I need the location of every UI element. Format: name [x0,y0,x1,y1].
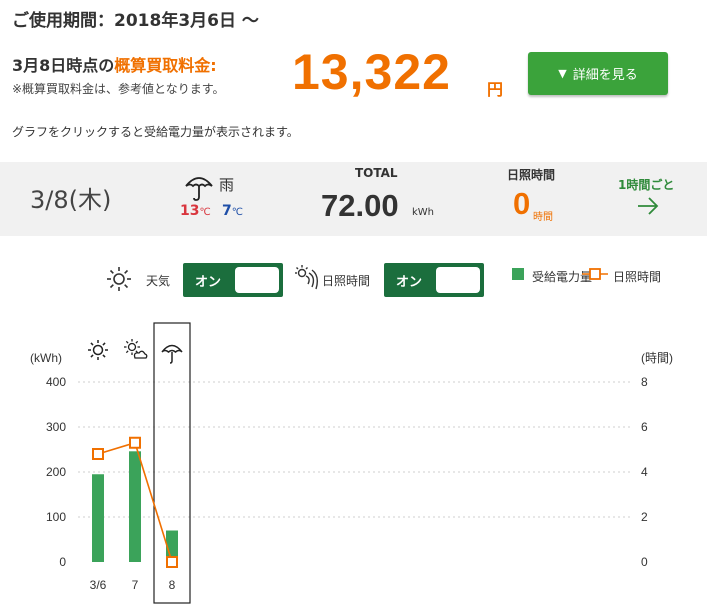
selected-date: 3/8(木) [30,186,112,214]
y-axis-label-right: (時間) [641,351,673,365]
legend-sunshine-label: 日照時間 [613,270,662,284]
triangle-down-icon: ▼ [558,67,567,80]
y-tick-label-right: 0 [641,555,648,569]
day-summary-bar: 3/8(木) 雨 13℃ 7℃ TOTAL 72.00 kWh 日照時間 0 時… [0,162,707,236]
sun-cloud-icon [124,339,148,359]
power-bar [92,474,104,562]
power-chart[interactable]: (kWh) (時間) 0 100 200 300 400 0 2 4 6 8 3/6 7 8 [0,320,707,613]
detail-button-label: 詳細を見る [572,68,638,83]
y-tick-label-right: 4 [641,465,648,479]
y-axis-label-left: (kWh) [30,351,62,365]
sunshine-icon [295,265,319,290]
weather-label: 雨 [219,176,235,194]
y-tick-label-right: 6 [641,420,648,434]
temp-high-value: 13 [180,203,200,219]
sunshine-unit: 時間 [533,212,553,223]
chart-hint: グラフをクリックすると受給電力量が表示されます。 [12,125,299,139]
sunshine-point [92,448,104,460]
y-tick-label-left: 300 [46,420,66,434]
power-bar [129,451,141,562]
arrow-right-icon[interactable] [636,194,660,218]
hourly-link[interactable]: 1時間ごと [618,176,674,193]
y-tick-label-left: 200 [46,465,66,479]
sun-icon [107,267,131,291]
toggle-knob [436,267,480,293]
y-tick-label-left: 400 [46,375,66,389]
total-value: 72.00 [321,188,399,223]
sunshine-toggle-label: 日照時間 [322,274,371,288]
legend-sunshine-marker [582,268,608,280]
weather-toggle-label: 天気 [146,274,171,288]
x-tick-label: 7 [132,578,139,592]
fee-unit: 円 [487,80,504,99]
x-tick-label: 3/6 [90,578,107,592]
fee-value: 13,322 [292,44,451,100]
x-tick-label: 8 [169,578,176,592]
sun-icon [88,340,108,360]
weather-toggle-state: オン [195,275,222,290]
fee-note: ※概算買取料金は、参考値となります。 [12,82,225,96]
total-label: TOTAL [355,166,398,180]
sunshine-point [166,556,178,568]
temp-unit: ℃ [199,207,211,218]
fee-label: 3月8日時点の概算買取料金: [12,52,217,76]
detail-button[interactable]: ▼ 詳細を見る [528,52,668,95]
temp-unit: ℃ [231,207,243,218]
y-tick-label-left: 0 [59,555,66,569]
sunshine-point [129,436,141,449]
toggle-knob [235,267,279,293]
y-tick-label-left: 100 [46,510,66,524]
temp-low-value: 7 [222,203,232,219]
sunshine-label: 日照時間 [507,168,556,182]
umbrella-icon [185,177,213,201]
umbrella-icon [161,344,183,364]
legend-power-swatch [512,268,524,280]
fee-label-prefix: 3月8日時点の [12,56,115,75]
weather-toggle[interactable]: オン [183,263,283,297]
temp-high: 13℃ [180,203,211,219]
fee-label-highlight: 概算買取料金: [114,56,217,75]
total-unit: kWh [412,207,435,218]
sunshine-toggle-state: オン [396,275,423,290]
y-tick-label-right: 8 [641,375,648,389]
y-tick-label-right: 2 [641,510,648,524]
sunshine-toggle[interactable]: オン [384,263,484,297]
sunshine-value: 0 [513,186,531,221]
temp-low: 7℃ [222,203,243,219]
usage-period: ご使用期間：2018年3月6日 ～ [12,11,259,31]
